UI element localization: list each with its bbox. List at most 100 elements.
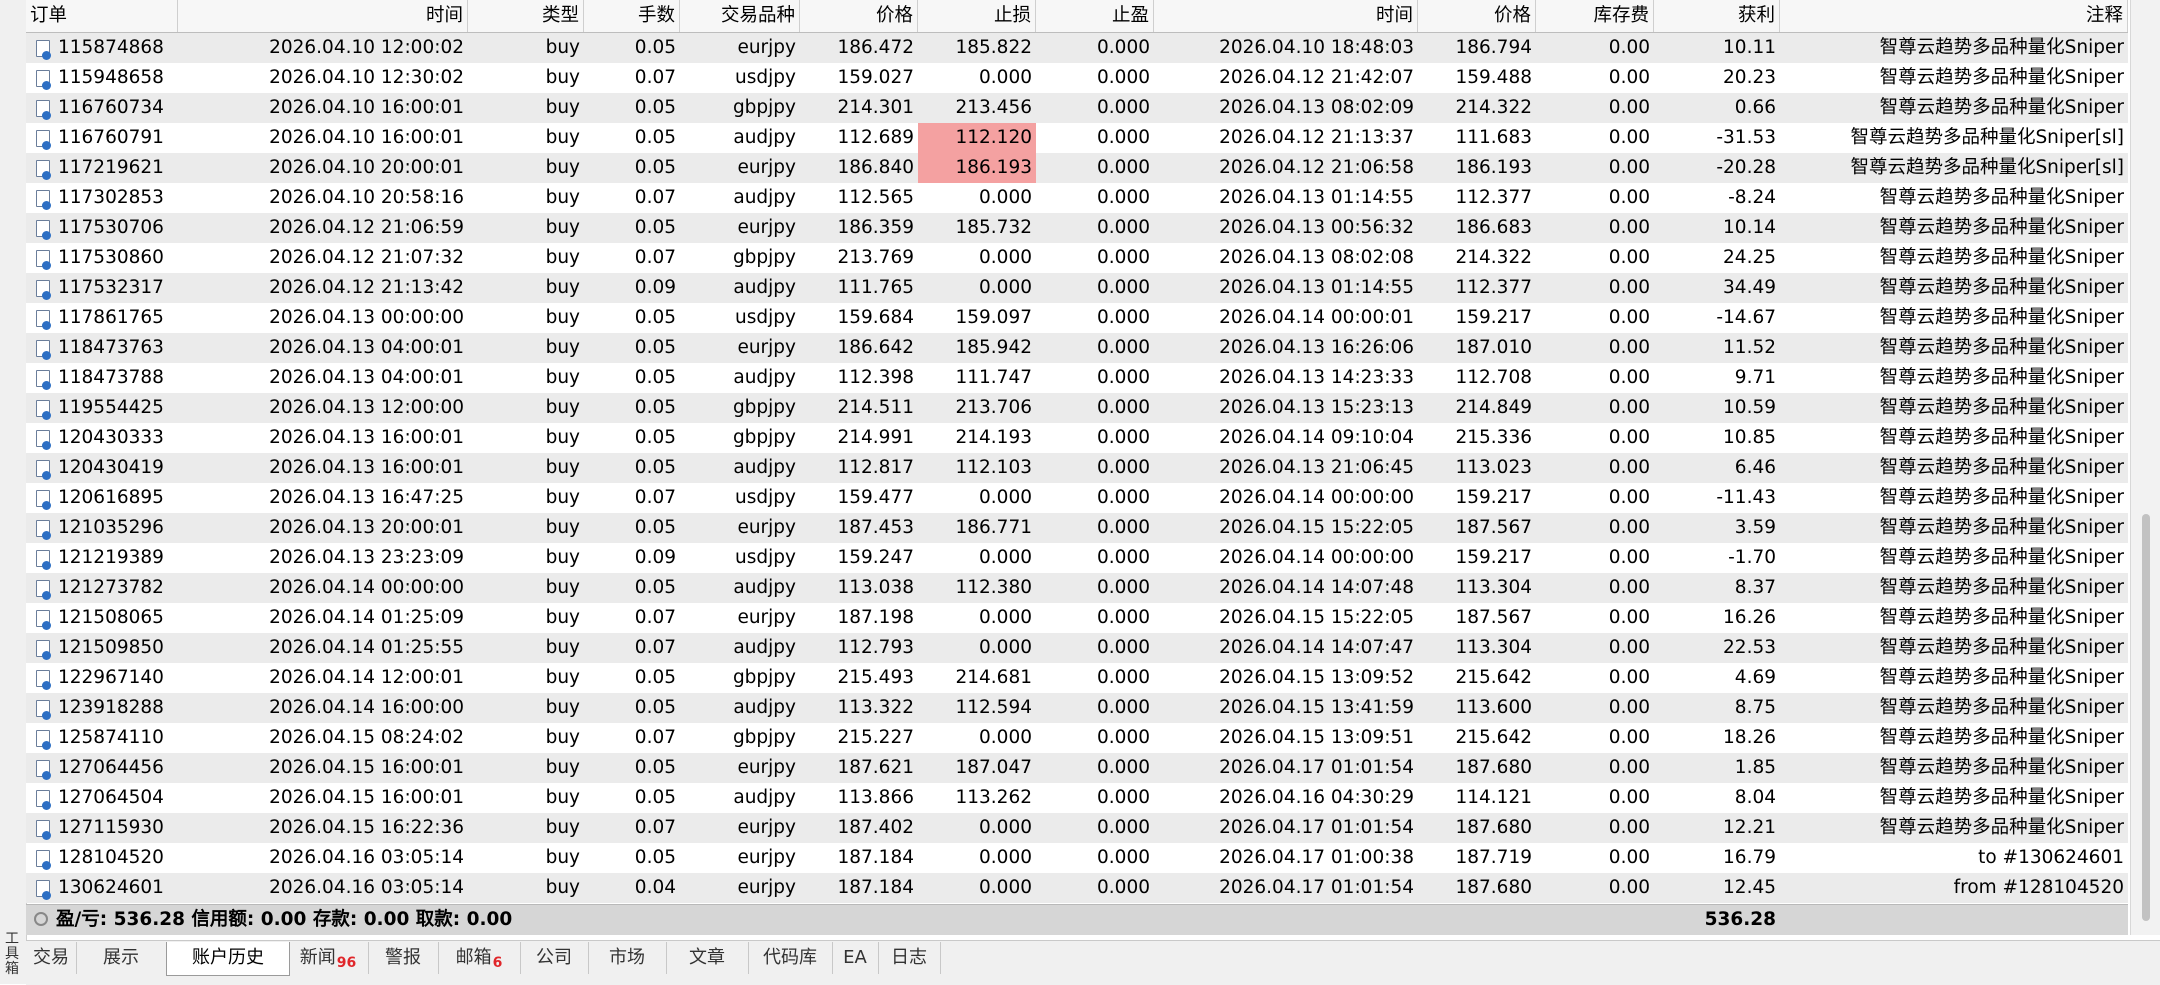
table-row[interactable]: 115874868 2026.04.10 12:00:02 buy 0.05 eurjp… bbox=[26, 33, 2128, 63]
table-row[interactable]: 117219621 2026.04.10 20:00:01 buy 0.05 eurjp… bbox=[26, 153, 2128, 183]
table-row[interactable]: 122967140 2026.04.14 12:00:01 buy 0.05 gbpjp… bbox=[26, 663, 2128, 693]
tab-11[interactable]: 日志 bbox=[878, 942, 941, 974]
order-document-icon bbox=[36, 159, 51, 180]
tab-7[interactable]: 市场 bbox=[588, 942, 667, 974]
tab-1[interactable]: 展示 bbox=[76, 942, 167, 974]
column-header-symbol[interactable]: 交易品种 bbox=[680, 0, 800, 32]
cell-close-time: 2026.04.12 21:13:37 bbox=[1219, 127, 1414, 148]
cell-profit: 8.75 bbox=[1734, 697, 1776, 718]
table-row[interactable]: 117532317 2026.04.12 21:13:42 buy 0.09 audjp… bbox=[26, 273, 2128, 303]
column-header-type[interactable]: 类型 bbox=[468, 0, 584, 32]
table-row[interactable]: 118473763 2026.04.13 04:00:01 buy 0.05 eurjp… bbox=[26, 333, 2128, 363]
cell-take-profit: 0.000 bbox=[1097, 37, 1150, 58]
cell-open-price: 215.493 bbox=[837, 667, 914, 688]
column-header-open-price[interactable]: 价格 bbox=[800, 0, 918, 32]
table-row[interactable]: 121035296 2026.04.13 20:00:01 buy 0.05 eurjp… bbox=[26, 513, 2128, 543]
cell-type: buy bbox=[545, 787, 580, 808]
cell-volume: 0.05 bbox=[634, 787, 676, 808]
tab-6[interactable]: 公司 bbox=[520, 942, 589, 974]
order-document-icon bbox=[36, 429, 51, 450]
table-row[interactable]: 121508065 2026.04.14 01:25:09 buy 0.07 eurjp… bbox=[26, 603, 2128, 633]
table-row[interactable]: 118473788 2026.04.13 04:00:01 buy 0.05 audjp… bbox=[26, 363, 2128, 393]
scrollbar-thumb[interactable] bbox=[2142, 514, 2150, 921]
column-header-swap[interactable]: 库存费 bbox=[1536, 0, 1654, 32]
tab-2[interactable]: 账户历史 bbox=[166, 942, 290, 976]
table-row[interactable]: 128104520 2026.04.16 03:05:14 buy 0.05 eurjp… bbox=[26, 843, 2128, 873]
cell-close-time: 2026.04.14 00:00:00 bbox=[1219, 487, 1414, 508]
cell-type: buy bbox=[545, 277, 580, 298]
cell-comment: 智尊云趋势多品种量化Sniper bbox=[1879, 457, 2124, 478]
cell-stop-loss: 213.706 bbox=[955, 397, 1032, 418]
table-row[interactable]: 115948658 2026.04.10 12:30:02 buy 0.07 usdjp… bbox=[26, 63, 2128, 93]
cell-close-time: 2026.04.17 01:00:38 bbox=[1219, 847, 1414, 868]
column-header-stop-loss[interactable]: 止损 bbox=[918, 0, 1036, 32]
column-header-close-price[interactable]: 价格 bbox=[1418, 0, 1536, 32]
table-row[interactable]: 123918288 2026.04.14 16:00:00 buy 0.05 audjp… bbox=[26, 693, 2128, 723]
tab-10[interactable]: EA bbox=[832, 942, 879, 974]
cell-take-profit: 0.000 bbox=[1097, 877, 1150, 898]
cell-volume: 0.05 bbox=[634, 427, 676, 448]
table-row[interactable]: 117302853 2026.04.10 20:58:16 buy 0.07 audjp… bbox=[26, 183, 2128, 213]
tab-0[interactable]: 交易 bbox=[26, 942, 77, 974]
cell-open-time: 2026.04.10 12:30:02 bbox=[269, 67, 464, 88]
cell-profit: 34.49 bbox=[1723, 277, 1776, 298]
column-header-order[interactable]: 订单 bbox=[26, 0, 178, 32]
cell-stop-loss: 0.000 bbox=[979, 547, 1032, 568]
table-row[interactable]: 120430333 2026.04.13 16:00:01 buy 0.05 gbpjp… bbox=[26, 423, 2128, 453]
table-row[interactable]: 116760734 2026.04.10 16:00:01 buy 0.05 gbpjp… bbox=[26, 93, 2128, 123]
cell-volume: 0.09 bbox=[634, 277, 676, 298]
table-row[interactable]: 120616895 2026.04.13 16:47:25 buy 0.07 usdjp… bbox=[26, 483, 2128, 513]
tab-label: 市场 bbox=[609, 947, 645, 968]
column-header-comment[interactable]: 注释 bbox=[1780, 0, 2128, 32]
cell-volume: 0.05 bbox=[634, 337, 676, 358]
cell-take-profit: 0.000 bbox=[1097, 127, 1150, 148]
order-document-icon bbox=[36, 579, 51, 600]
cell-stop-loss: 0.000 bbox=[979, 487, 1032, 508]
table-row[interactable]: 117861765 2026.04.13 00:00:00 buy 0.05 usdjp… bbox=[26, 303, 2128, 333]
table-row[interactable]: 125874110 2026.04.15 08:24:02 buy 0.07 gbpjp… bbox=[26, 723, 2128, 753]
table-row[interactable]: 130624601 2026.04.16 03:05:14 buy 0.04 eurjp… bbox=[26, 873, 2128, 903]
cell-volume: 0.05 bbox=[634, 457, 676, 478]
table-row[interactable]: 127064456 2026.04.15 16:00:01 buy 0.05 eurjp… bbox=[26, 753, 2128, 783]
vertical-scrollbar[interactable] bbox=[2130, 0, 2160, 935]
table-row[interactable]: 121219389 2026.04.13 23:23:09 buy 0.09 usdjp… bbox=[26, 543, 2128, 573]
tab-9[interactable]: 代码库 bbox=[748, 942, 833, 974]
table-row[interactable]: 127115930 2026.04.15 16:22:36 buy 0.07 eurjp… bbox=[26, 813, 2128, 843]
column-header-take-profit[interactable]: 止盈 bbox=[1036, 0, 1154, 32]
tab-4[interactable]: 警报 bbox=[368, 942, 439, 974]
table-row[interactable]: 121509850 2026.04.14 01:25:55 buy 0.07 audjp… bbox=[26, 633, 2128, 663]
cell-profit: 11.52 bbox=[1723, 337, 1776, 358]
table-row[interactable]: 119554425 2026.04.13 12:00:00 buy 0.05 gbpjp… bbox=[26, 393, 2128, 423]
order-number: 121508065 bbox=[58, 607, 164, 628]
tab-5[interactable]: 邮箱6 bbox=[438, 942, 521, 974]
cell-order: 120616895 bbox=[26, 483, 178, 513]
column-header-volume[interactable]: 手数 bbox=[584, 0, 680, 32]
cell-symbol: audjpy bbox=[733, 637, 796, 658]
table-row[interactable]: 117530706 2026.04.12 21:06:59 buy 0.05 eurjp… bbox=[26, 213, 2128, 243]
cell-close-time: 2026.04.14 00:00:00 bbox=[1219, 547, 1414, 568]
cell-type: buy bbox=[545, 697, 580, 718]
cell-symbol: audjpy bbox=[733, 457, 796, 478]
table-row[interactable]: 117530860 2026.04.12 21:07:32 buy 0.07 gbpjp… bbox=[26, 243, 2128, 273]
table-row[interactable]: 120430419 2026.04.13 16:00:01 buy 0.05 audjp… bbox=[26, 453, 2128, 483]
tab-8[interactable]: 文章 bbox=[666, 942, 749, 974]
column-header-close-time[interactable]: 时间 bbox=[1154, 0, 1418, 32]
cell-close-price: 186.683 bbox=[1455, 217, 1532, 238]
cell-take-profit: 0.000 bbox=[1097, 787, 1150, 808]
cell-profit: 4.69 bbox=[1734, 667, 1776, 688]
cell-close-price: 186.794 bbox=[1455, 37, 1532, 58]
cell-close-time: 2026.04.15 15:22:05 bbox=[1219, 607, 1414, 628]
cell-take-profit: 0.000 bbox=[1097, 157, 1150, 178]
column-header-profit[interactable]: 获利 bbox=[1654, 0, 1780, 32]
cell-type: buy bbox=[545, 367, 580, 388]
cell-close-price: 186.193 bbox=[1455, 157, 1532, 178]
table-row[interactable]: 116760791 2026.04.10 16:00:01 buy 0.05 audjp… bbox=[26, 123, 2128, 153]
tab-3[interactable]: 新闻96 bbox=[288, 942, 369, 974]
cell-open-price: 159.477 bbox=[837, 487, 914, 508]
column-header-open-time[interactable]: 时间 bbox=[178, 0, 468, 32]
cell-volume: 0.05 bbox=[634, 517, 676, 538]
cell-close-price: 215.642 bbox=[1455, 667, 1532, 688]
cell-comment: 智尊云趋势多品种量化Sniper bbox=[1879, 397, 2124, 418]
table-row[interactable]: 121273782 2026.04.14 00:00:00 buy 0.05 audjp… bbox=[26, 573, 2128, 603]
table-row[interactable]: 127064504 2026.04.15 16:00:01 buy 0.05 audjp… bbox=[26, 783, 2128, 813]
